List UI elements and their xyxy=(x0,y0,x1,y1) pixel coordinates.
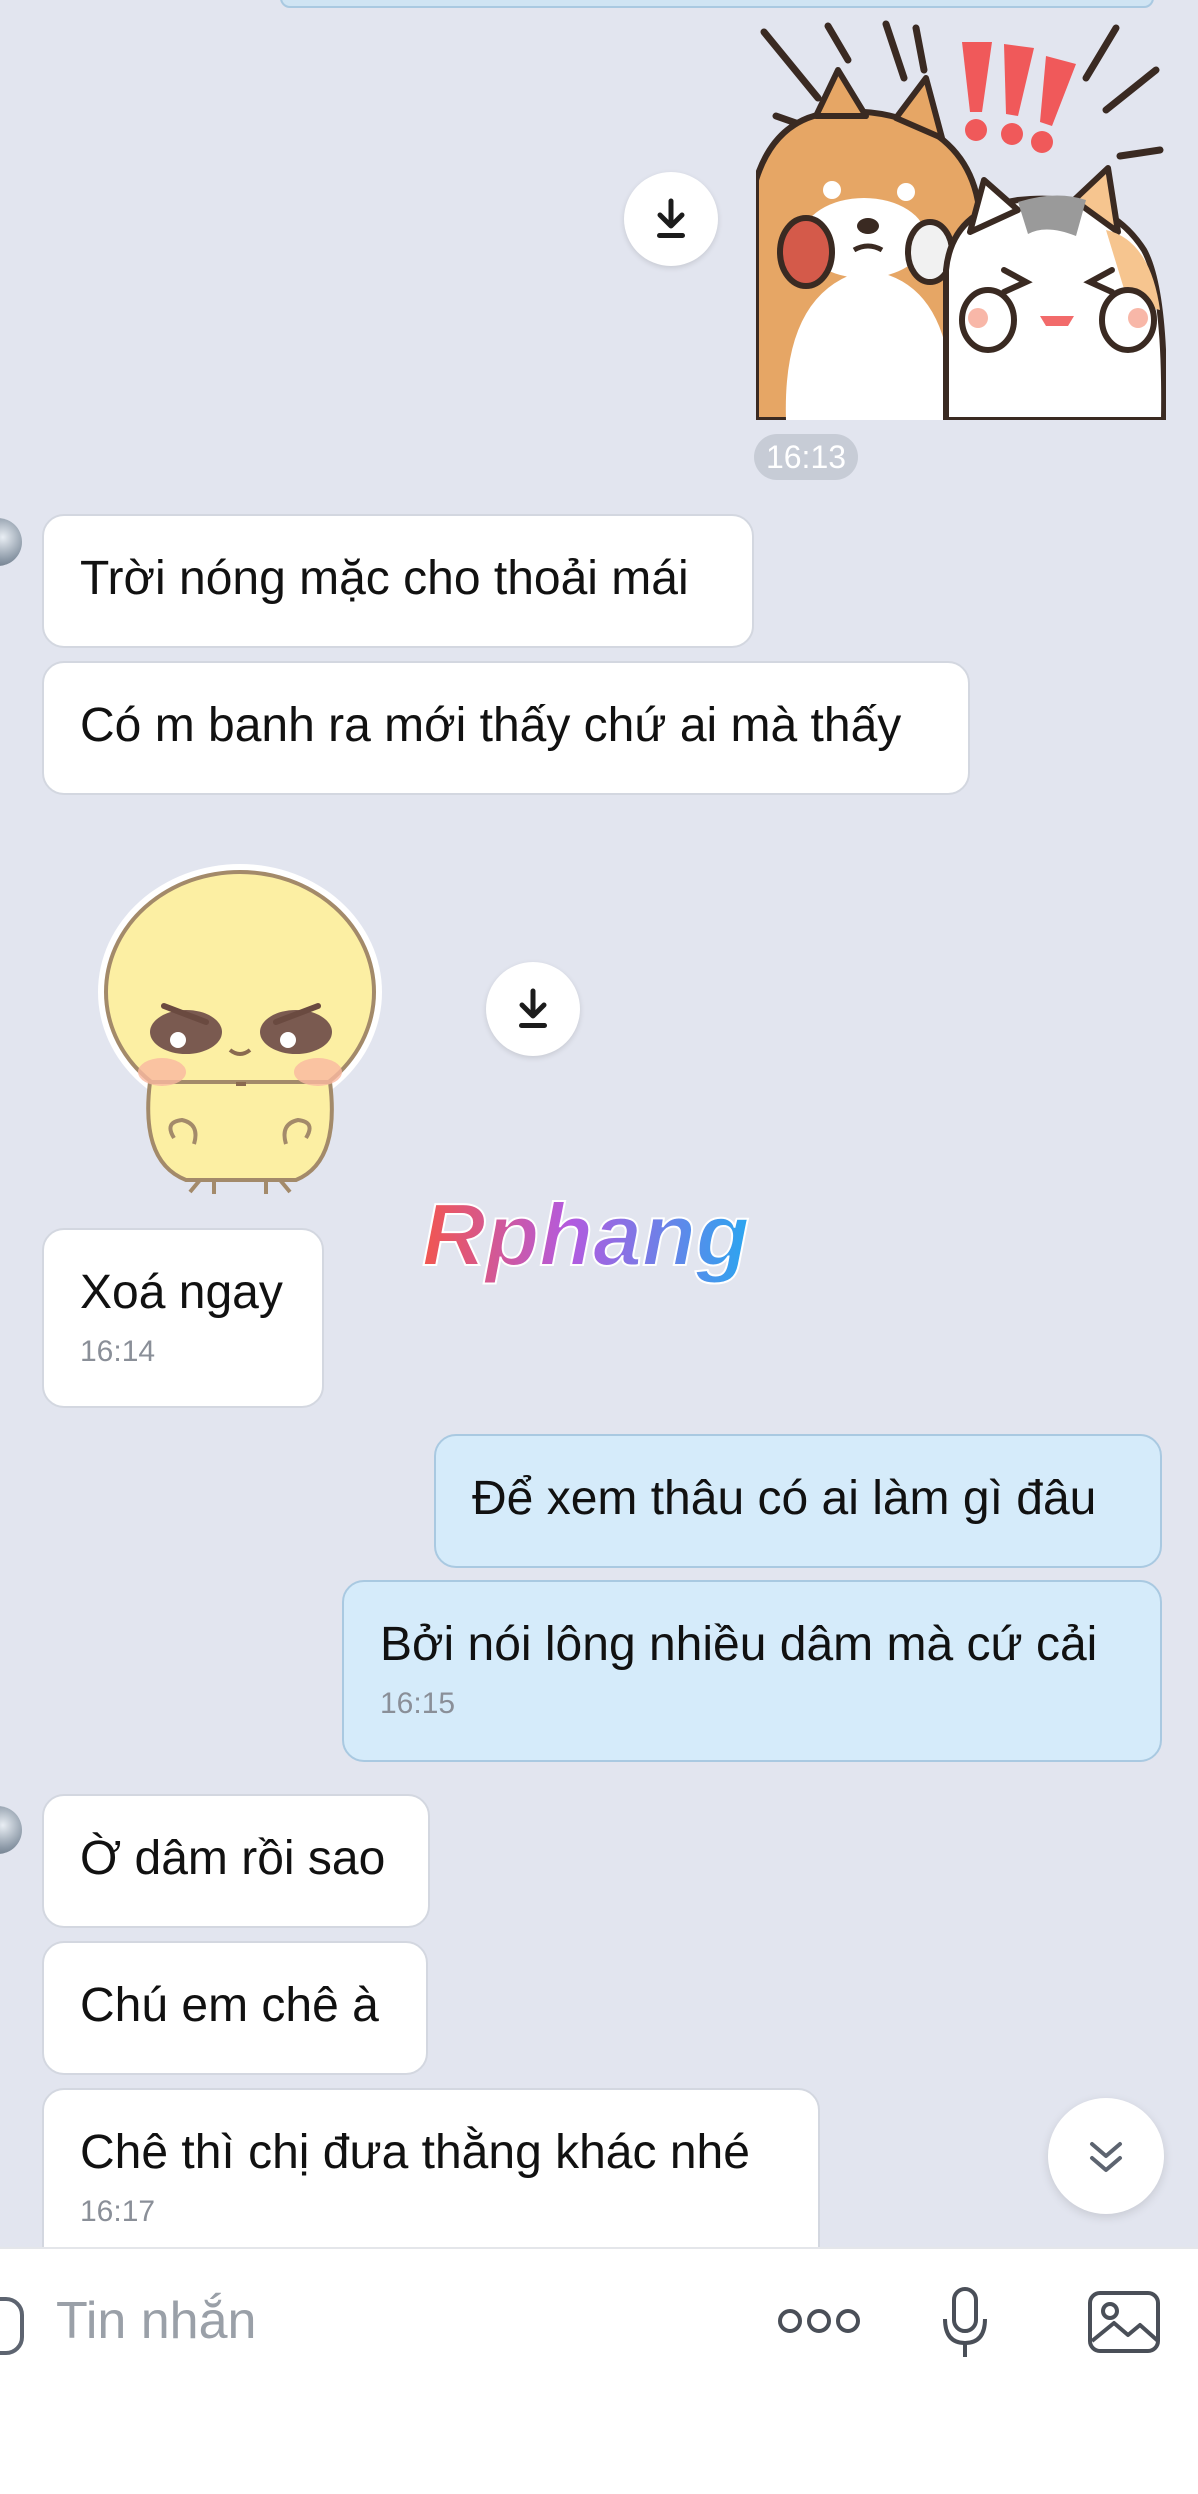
download-icon xyxy=(657,198,685,238)
download-button[interactable] xyxy=(486,962,580,1056)
chat-area[interactable]: 16:13 Trời nóng mặc cho thoải mái Có m b… xyxy=(0,0,1198,2247)
message-text: Xoá ngay xyxy=(80,1266,283,1319)
message-bubble-outgoing[interactable]: Để xem thâu có ai làm gì đâu xyxy=(434,1434,1162,1568)
microphone-icon xyxy=(943,2287,987,2357)
message-text: Bởi nói lông nhiều dâm mà cứ cải xyxy=(380,1618,1098,1671)
message-bubble-incoming[interactable]: Trời nóng mặc cho thoải mái xyxy=(42,514,754,648)
sticker-shiba-cat[interactable] xyxy=(753,20,1168,423)
message-text: Trời nóng mặc cho thoải mái xyxy=(80,552,689,605)
message-bubble-incoming[interactable]: Có m banh ra mới thấy chứ ai mà thấy xyxy=(42,661,970,795)
microphone-button[interactable] xyxy=(940,2285,990,2361)
message-text: Ờ dâm rồi sao xyxy=(80,1832,386,1885)
download-button[interactable] xyxy=(624,172,718,266)
message-text: Chê thì chị đưa thằng khác nhé xyxy=(80,2126,750,2179)
message-bubble-incoming[interactable]: Chú em chê à xyxy=(42,1941,428,2075)
message-timestamp: 16:15 xyxy=(380,1687,456,1720)
scroll-to-bottom-button[interactable] xyxy=(1048,2098,1164,2214)
message-timestamp: 16:17 xyxy=(80,2195,156,2228)
avatar[interactable] xyxy=(0,1806,22,1854)
message-bubble-incoming[interactable]: Xoá ngay 16:14 xyxy=(42,1228,324,1408)
message-input[interactable]: Tin nhắn xyxy=(56,2291,256,2351)
message-text: Chú em chê à xyxy=(80,1979,379,2032)
message-text: Có m banh ra mới thấy chứ ai mà thấy xyxy=(80,699,902,752)
message-bubble-incoming[interactable]: Ờ dâm rồi sao xyxy=(42,1794,430,1928)
sticker-chick[interactable] xyxy=(90,862,390,1194)
message-text: Để xem thâu có ai làm gì đâu xyxy=(472,1472,1097,1525)
emoji-icon xyxy=(0,2297,24,2355)
watermark-text: Rphang xyxy=(422,1185,750,1284)
watermark-logo: Rphang xyxy=(421,1185,751,1285)
message-timestamp: 16:14 xyxy=(80,1335,156,1368)
chevron-double-down-icon xyxy=(1090,2142,1122,2172)
gallery-button[interactable] xyxy=(1086,2289,1162,2355)
download-icon xyxy=(519,988,547,1028)
message-bubble-incoming[interactable]: Chê thì chị đưa thằng khác nhé 16:17 xyxy=(42,2088,820,2247)
image-icon xyxy=(1088,2291,1160,2353)
previous-message-edge xyxy=(280,0,1154,8)
avatar[interactable] xyxy=(0,518,22,566)
message-bubble-outgoing[interactable]: Bởi nói lông nhiều dâm mà cứ cải 16:15 xyxy=(342,1580,1162,1762)
emoji-button[interactable] xyxy=(0,2293,26,2357)
sticker-timestamp: 16:13 xyxy=(754,434,858,480)
more-icon xyxy=(778,2309,860,2333)
more-button[interactable] xyxy=(776,2301,862,2341)
message-input-bar: Tin nhắn xyxy=(0,2247,1198,2494)
